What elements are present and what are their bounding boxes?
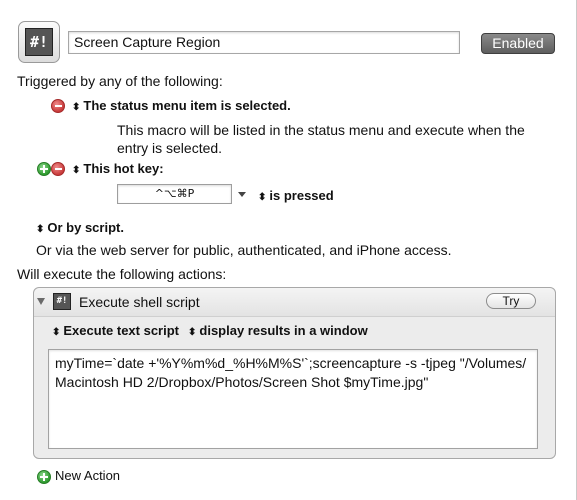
hotkey-field[interactable]: ^⌥⌘P xyxy=(117,184,232,204)
output-mode-popup[interactable]: ⬍ display results in a window xyxy=(188,323,368,338)
up-down-arrows-icon: ⬍ xyxy=(72,102,80,113)
status-menu-description-line1: This macro will be listed in the status … xyxy=(117,122,525,138)
enabled-button[interactable]: Enabled xyxy=(481,33,555,54)
up-down-arrows-icon: ⬍ xyxy=(52,327,60,338)
script-textarea[interactable]: myTime=`date +'%Y%m%d_%H%M%S'`;screencap… xyxy=(48,349,538,449)
up-down-arrows-icon: ⬍ xyxy=(258,192,266,203)
chevron-down-icon[interactable] xyxy=(238,192,246,197)
disclosure-triangle-icon[interactable] xyxy=(37,298,45,305)
output-mode-label: display results in a window xyxy=(199,323,368,338)
shell-script-icon: #! xyxy=(25,28,53,56)
actions-heading: Will execute the following actions: xyxy=(17,266,227,282)
status-menu-trigger-label: The status menu item is selected. xyxy=(83,98,291,113)
plus-circle-icon[interactable] xyxy=(37,162,51,176)
by-script-popup[interactable]: ⬍ Or by script. xyxy=(36,220,124,235)
web-server-text: Or via the web server for public, authen… xyxy=(36,242,452,258)
hotkey-trigger[interactable]: ⬍ This hot key: xyxy=(72,161,164,176)
up-down-arrows-icon: ⬍ xyxy=(188,327,196,338)
new-action-button[interactable]: New Action xyxy=(55,468,120,483)
hotkey-condition-label: is pressed xyxy=(269,188,334,203)
try-button[interactable]: Try xyxy=(486,293,536,309)
by-script-label: Or by script. xyxy=(47,220,124,235)
shell-script-icon: #! xyxy=(53,293,71,310)
hotkey-condition-popup[interactable]: ⬍ is pressed xyxy=(258,188,334,203)
action-title: Execute shell script xyxy=(79,294,200,310)
plus-circle-icon[interactable] xyxy=(37,470,51,484)
triggers-heading: Triggered by any of the following: xyxy=(17,73,223,89)
macro-icon[interactable]: #! xyxy=(18,21,60,63)
status-menu-description-line2: entry is selected. xyxy=(117,140,223,156)
script-mode-label: Execute text script xyxy=(63,323,179,338)
minus-circle-icon[interactable] xyxy=(51,99,65,113)
up-down-arrows-icon: ⬍ xyxy=(72,165,80,176)
status-menu-trigger[interactable]: ⬍ The status menu item is selected. xyxy=(72,98,291,113)
hotkey-trigger-label: This hot key: xyxy=(83,161,164,176)
up-down-arrows-icon: ⬍ xyxy=(36,224,44,235)
minus-circle-icon[interactable] xyxy=(51,162,65,176)
macro-name-field[interactable]: Screen Capture Region xyxy=(68,31,460,54)
script-mode-popup[interactable]: ⬍ Execute text script xyxy=(52,323,179,338)
